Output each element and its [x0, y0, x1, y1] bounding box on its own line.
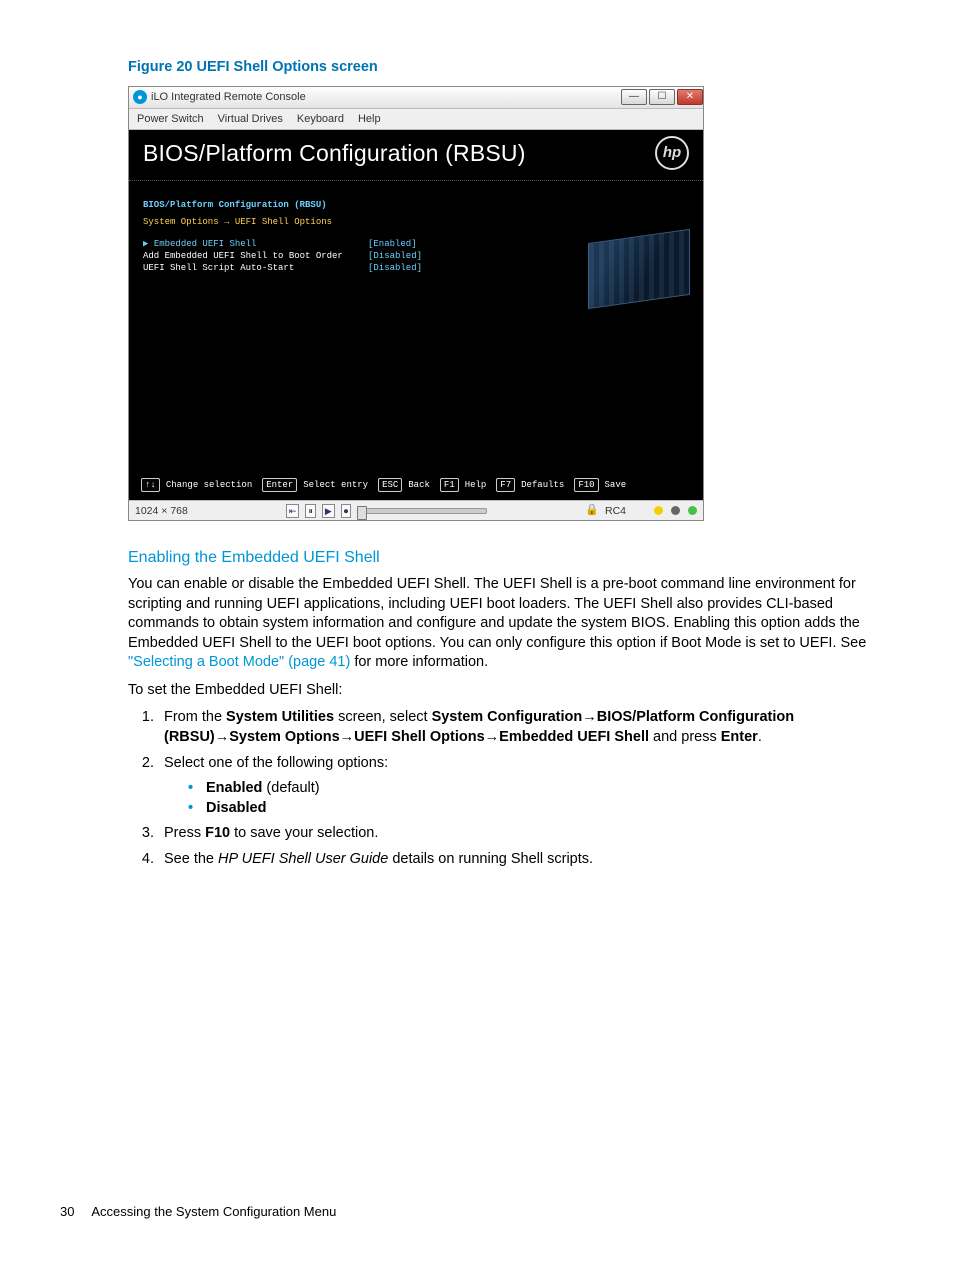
key-label: Help	[465, 479, 487, 491]
statusbar-btn[interactable]: ⏸	[305, 504, 316, 518]
screenshot-window: ● iLO Integrated Remote Console — ☐ ✕ Po…	[128, 86, 704, 522]
statusbar: 1024 × 768 ⇤ ⏸ ▶ ⏺ 🔒 RC4	[129, 500, 703, 520]
bios-breadcrumb-1: BIOS/Platform Configuration (RBSU)	[143, 199, 689, 211]
menu-virtual-drives[interactable]: Virtual Drives	[218, 112, 283, 127]
close-button[interactable]: ✕	[677, 89, 703, 105]
step-2: Select one of the following options: Ena…	[158, 754, 894, 819]
t: Disabled	[206, 800, 266, 816]
key-label: Select entry	[303, 479, 368, 491]
statusbar-slider[interactable]	[357, 508, 487, 514]
t: System Configuration	[432, 709, 583, 725]
opt-disabled: Disabled	[188, 799, 894, 819]
window-title: iLO Integrated Remote Console	[151, 90, 619, 105]
titlebar: ● iLO Integrated Remote Console — ☐ ✕	[129, 87, 703, 109]
minimize-button[interactable]: —	[621, 89, 647, 105]
menu-power-switch[interactable]: Power Switch	[137, 112, 204, 127]
link-boot-mode[interactable]: "Selecting a Boot Mode" (page 41)	[128, 654, 350, 670]
key-updown: ↑↓	[141, 478, 160, 492]
key-f10: F10	[574, 478, 598, 492]
hp-logo: hp	[655, 136, 689, 170]
t: Select one of the following options:	[164, 755, 388, 771]
status-dot	[671, 506, 680, 515]
key-f1: F1	[440, 478, 459, 492]
rc4-label: RC4	[605, 504, 626, 518]
t: (default)	[262, 780, 319, 796]
t: Enabled	[206, 780, 262, 796]
figure-caption: Figure 20 UEFI Shell Options screen	[128, 58, 894, 78]
t: and press	[649, 729, 721, 745]
statusbar-btn[interactable]: ▶	[322, 504, 335, 518]
t: From the	[164, 709, 226, 725]
t: to save your selection.	[230, 825, 378, 841]
step-1: From the System Utilities screen, select…	[158, 708, 894, 747]
lock-icon: 🔒	[585, 503, 599, 518]
key-f7: F7	[496, 478, 515, 492]
bios-screen: BIOS/Platform Configuration (RBSU) hp BI…	[129, 130, 703, 500]
key-esc: ESC	[378, 478, 402, 492]
t: Embedded UEFI Shell	[499, 729, 649, 745]
steps-list: From the System Utilities screen, select…	[128, 708, 894, 869]
section-para: You can enable or disable the Embedded U…	[128, 575, 894, 673]
bios-opt-name[interactable]: Embedded UEFI Shell	[143, 238, 368, 250]
t: System Options	[229, 729, 339, 745]
menubar: Power Switch Virtual Drives Keyboard Hel…	[129, 109, 703, 131]
t: Press	[164, 825, 205, 841]
para-text: for more information.	[350, 654, 488, 670]
bios-opt-val: [Enabled]	[368, 238, 417, 250]
maximize-button[interactable]: ☐	[649, 89, 675, 105]
menu-keyboard[interactable]: Keyboard	[297, 112, 344, 127]
t: System Utilities	[226, 709, 334, 725]
bios-key-footer: ↑↓ Change selection Enter Select entry ESC…	[141, 478, 691, 492]
bios-opt-name[interactable]: UEFI Shell Script Auto-Start	[143, 262, 368, 274]
key-label: Change selection	[166, 479, 252, 491]
section-lead: To set the Embedded UEFI Shell:	[128, 681, 894, 701]
statusbar-btn[interactable]: ⇤	[286, 504, 300, 518]
t: Enter	[721, 729, 758, 745]
page-number: 30	[60, 1204, 74, 1219]
t: UEFI Shell Options	[354, 729, 485, 745]
key-label: Back	[408, 479, 430, 491]
bios-breadcrumb-2: System Options → UEFI Shell Options	[143, 216, 689, 228]
t: See the	[164, 851, 218, 867]
t: screen, select	[334, 709, 432, 725]
hp-icon: ●	[133, 90, 147, 104]
section-heading: Enabling the Embedded UEFI Shell	[128, 547, 894, 569]
step-3: Press F10 to save your selection.	[158, 824, 894, 844]
status-dot	[654, 506, 663, 515]
key-enter: Enter	[262, 478, 297, 492]
bios-opt-val: [Disabled]	[368, 250, 422, 262]
step-4: See the HP UEFI Shell User Guide details…	[158, 850, 894, 870]
resolution-label: 1024 × 768	[135, 504, 188, 518]
bios-title: BIOS/Platform Configuration (RBSU)	[143, 138, 526, 169]
t: F10	[205, 825, 230, 841]
footer-title: Accessing the System Configuration Menu	[91, 1204, 336, 1219]
statusbar-btn[interactable]: ⏺	[341, 504, 352, 518]
t: HP UEFI Shell User Guide	[218, 851, 388, 867]
key-label: Save	[605, 479, 627, 491]
bios-opt-val: [Disabled]	[368, 262, 422, 274]
page-footer: 30 Accessing the System Configuration Me…	[60, 1203, 336, 1221]
para-text: You can enable or disable the Embedded U…	[128, 576, 866, 651]
status-dot	[688, 506, 697, 515]
key-label: Defaults	[521, 479, 564, 491]
opt-enabled: Enabled (default)	[188, 779, 894, 799]
bios-opt-name[interactable]: Add Embedded UEFI Shell to Boot Order	[143, 250, 368, 262]
t: details on running Shell scripts.	[388, 851, 593, 867]
menu-help[interactable]: Help	[358, 112, 381, 127]
server-image	[589, 230, 689, 308]
